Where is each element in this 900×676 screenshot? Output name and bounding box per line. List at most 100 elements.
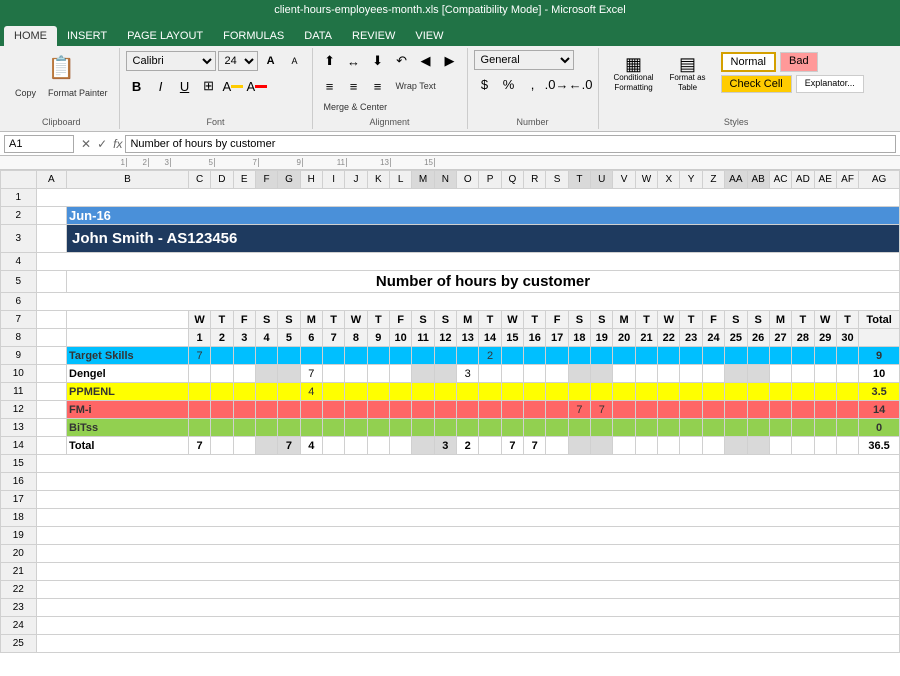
increase-decimal-button[interactable]: .0→ [546, 73, 568, 95]
col-K[interactable]: K [367, 171, 389, 189]
spreadsheet-area[interactable]: A B C D E F G H I J K L M N O P Q R S T [0, 170, 900, 676]
fill-color-button[interactable]: A [222, 75, 244, 97]
conditional-formatting-button[interactable]: ▦ Conditional Formatting [609, 52, 659, 95]
col-S[interactable]: S [546, 171, 568, 189]
col-W[interactable]: W [635, 171, 657, 189]
col-F[interactable]: F [255, 171, 277, 189]
cell-empty-4[interactable] [36, 253, 899, 271]
col-T[interactable]: T [568, 171, 590, 189]
cell-blank-3a[interactable] [36, 225, 66, 253]
tab-view[interactable]: VIEW [405, 26, 453, 46]
cell-blank-7a[interactable] [36, 311, 66, 329]
tab-insert[interactable]: INSERT [57, 26, 117, 46]
font-color-button[interactable]: A [246, 75, 268, 97]
merge-center-button[interactable]: Merge & Center [319, 100, 393, 114]
col-U[interactable]: U [591, 171, 613, 189]
paste-button[interactable]: 📋 [39, 52, 84, 84]
col-N[interactable]: N [434, 171, 456, 189]
tab-formulas[interactable]: FORMULAS [213, 26, 294, 46]
col-AF[interactable]: AF [836, 171, 858, 189]
col-J[interactable]: J [345, 171, 367, 189]
style-bad[interactable]: Bad [780, 52, 818, 72]
col-AC[interactable]: AC [769, 171, 791, 189]
col-D[interactable]: D [211, 171, 233, 189]
name-header-cell[interactable]: John Smith - AS123456 [67, 225, 900, 253]
align-middle-button[interactable]: ↔ [343, 50, 365, 72]
label-dengel[interactable]: Dengel [67, 365, 189, 383]
style-normal[interactable]: Normal [721, 52, 776, 72]
col-G[interactable]: G [278, 171, 300, 189]
label-bitss[interactable]: BiTss [67, 419, 189, 437]
align-top-button[interactable]: ⬆ [319, 50, 341, 72]
grow-font-button[interactable]: A [260, 50, 282, 72]
title-bar: client-hours-employees-month.xls [Compat… [0, 0, 900, 20]
tab-data[interactable]: DATA [294, 26, 342, 46]
tab-home[interactable]: HOME [4, 26, 57, 46]
indent-increase-button[interactable]: ▶ [439, 50, 461, 72]
col-Y[interactable]: Y [680, 171, 702, 189]
bold-button[interactable]: B [126, 75, 148, 97]
label-total[interactable]: Total [67, 437, 189, 455]
tab-page-layout[interactable]: PAGE LAYOUT [117, 26, 213, 46]
cell-blank-5a[interactable] [36, 271, 66, 293]
col-I[interactable]: I [322, 171, 344, 189]
currency-button[interactable]: $ [474, 73, 496, 95]
style-check-cell[interactable]: Check Cell [721, 75, 792, 93]
col-AD[interactable]: AD [792, 171, 814, 189]
col-O[interactable]: O [457, 171, 479, 189]
col-V[interactable]: V [613, 171, 635, 189]
col-AE[interactable]: AE [814, 171, 836, 189]
border-button[interactable]: ⊞ [198, 75, 220, 97]
col-A[interactable]: A [36, 171, 66, 189]
col-C[interactable]: C [188, 171, 210, 189]
col-E[interactable]: E [233, 171, 255, 189]
col-R[interactable]: R [524, 171, 546, 189]
label-fmi[interactable]: FM-i [67, 401, 189, 419]
underline-button[interactable]: U [174, 75, 196, 97]
formula-input[interactable] [125, 135, 896, 153]
align-right-button[interactable]: ≡ [367, 75, 389, 97]
date-header-cell[interactable]: Jun-16 [67, 207, 900, 225]
style-explanatory[interactable]: Explanator... [796, 75, 864, 93]
shrink-font-button[interactable]: A [284, 50, 306, 72]
col-L[interactable]: L [390, 171, 412, 189]
cell-empty-1[interactable] [36, 189, 899, 207]
align-left-button[interactable]: ≡ [319, 75, 341, 97]
text-direction-button[interactable]: ↶ [391, 50, 413, 72]
row-21: 21 [1, 563, 900, 581]
indent-decrease-button[interactable]: ◀ [415, 50, 437, 72]
wrap-text-button[interactable]: Wrap Text [391, 79, 441, 93]
tab-review[interactable]: REVIEW [342, 26, 405, 46]
italic-button[interactable]: I [150, 75, 172, 97]
insert-function-icon[interactable]: fx [113, 137, 122, 151]
col-B[interactable]: B [67, 171, 189, 189]
format-as-table-button[interactable]: ▤ Format as Table [663, 52, 713, 95]
percent-button[interactable]: % [498, 73, 520, 95]
align-bottom-button[interactable]: ⬇ [367, 50, 389, 72]
col-X[interactable]: X [658, 171, 680, 189]
cell-blank-2a[interactable] [36, 207, 66, 225]
col-M[interactable]: M [412, 171, 434, 189]
col-Q[interactable]: Q [501, 171, 523, 189]
col-Z[interactable]: Z [702, 171, 724, 189]
decrease-decimal-button[interactable]: ←.0 [570, 73, 592, 95]
copy-button[interactable]: Copy [10, 86, 41, 100]
align-center-button[interactable]: ≡ [343, 75, 365, 97]
cell-blank-7b[interactable] [67, 311, 189, 329]
name-box[interactable] [4, 135, 74, 153]
col-H[interactable]: H [300, 171, 322, 189]
confirm-formula-icon[interactable]: ✓ [97, 137, 107, 151]
font-size-select[interactable]: 24 [218, 51, 258, 71]
col-total-header[interactable]: AG [859, 171, 900, 189]
cancel-formula-icon[interactable]: ✕ [81, 137, 91, 151]
comma-button[interactable]: , [522, 73, 544, 95]
format-painter-button[interactable]: Format Painter [43, 86, 113, 100]
font-name-select[interactable]: Calibri [126, 51, 216, 71]
label-target-skills[interactable]: Target Skills [67, 347, 189, 365]
number-format-select[interactable]: General Number Currency [474, 50, 574, 70]
col-AA[interactable]: AA [725, 171, 747, 189]
label-ppmenl[interactable]: PPMENL [67, 383, 189, 401]
col-AB[interactable]: AB [747, 171, 769, 189]
col-P[interactable]: P [479, 171, 501, 189]
table-title-cell[interactable]: Number of hours by customer [67, 271, 900, 293]
